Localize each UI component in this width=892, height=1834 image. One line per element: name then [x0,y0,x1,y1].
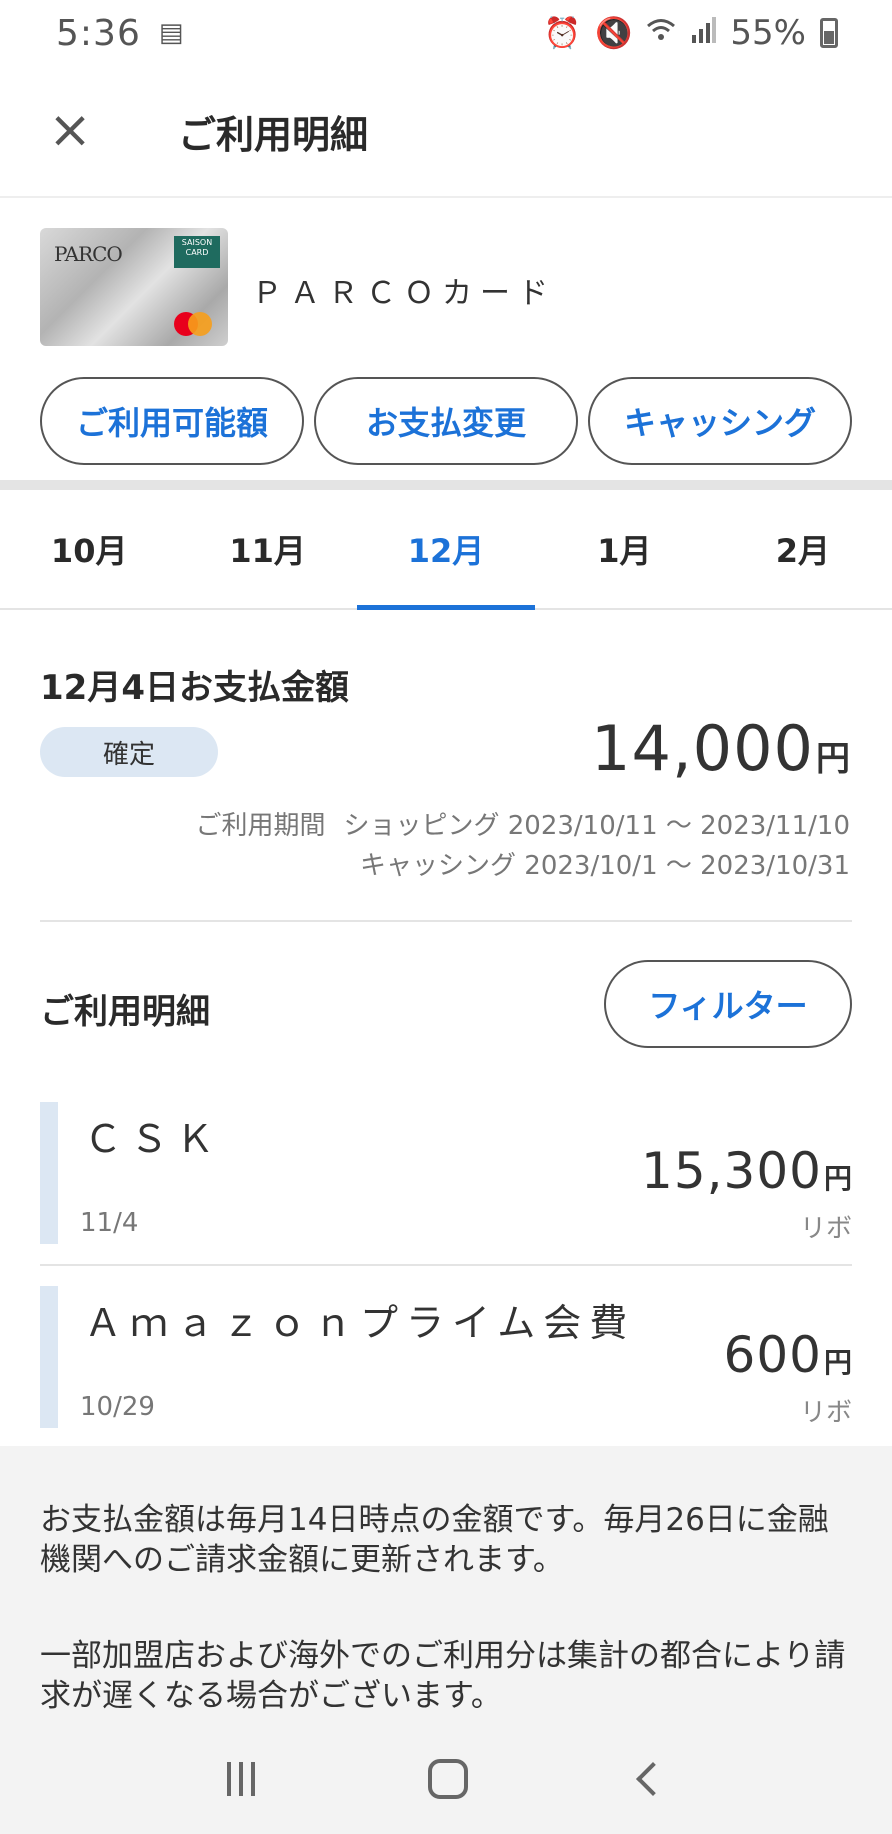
currency-unit: 円 [816,739,850,779]
mastercard-logo [174,312,214,336]
home-icon[interactable] [427,1759,468,1799]
currency-unit: 円 [823,1162,852,1195]
tab-december[interactable]: 12月 [356,490,536,610]
recent-apps-icon[interactable] [226,1762,255,1796]
status-icons: ⏰ 🔇 55% [544,13,838,53]
close-icon[interactable]: × [46,104,94,156]
payment-amount-value: 14,000 [591,712,814,785]
status-badge: 確定 [40,727,218,777]
section-divider [0,480,892,490]
page-title: ご利用明細 [178,113,369,157]
tab-january[interactable]: 1月 [535,490,713,608]
card-name: ＰＡＲＣＯカード [252,276,556,311]
transaction-amount-value: 600 [723,1326,822,1384]
transaction-date: 10/29 [80,1392,155,1422]
signal-icon [690,16,717,51]
notification-icon: ▤ [158,18,184,48]
payment-title: 12月4日お支払金額 [40,668,349,708]
app-header: × ご利用明細 [0,66,892,198]
divider [40,1264,852,1266]
status-time: 5:36 [56,12,141,54]
transaction-date: 11/4 [80,1208,139,1238]
action-buttons: ご利用可能額 お支払変更 キャッシング [40,377,852,465]
card-brand-logo: PARCO [54,242,123,266]
payment-plan: リボ [799,1214,852,1244]
system-nav-bar [0,1724,892,1834]
currency-unit: 円 [823,1346,852,1379]
divider [40,920,852,922]
battery-icon [820,18,838,48]
transaction-row[interactable]: ＣＳＫ 11/4 15,300 円 リボ [40,1102,852,1244]
tab-november[interactable]: 11月 [178,490,356,608]
payment-amount: 14,000 円 [591,712,850,785]
available-amount-button[interactable]: ご利用可能額 [40,377,304,465]
notice-text: 一部加盟店および海外でのご利用分は集計の都合により請求が遅くなる場合がございます… [40,1638,846,1714]
battery-percent: 55% [730,13,806,53]
notice-panel: お支払金額は毎月14日時点の金額です。毎月26日に金融機関へのご請求金額に更新さ… [0,1446,892,1834]
transaction-merchant: ＣＳＫ [84,1117,223,1161]
transaction-row[interactable]: Ａｍａｚｏｎプライム会費 10/29 600 円 リボ [40,1286,852,1428]
alarm-icon: ⏰ [543,15,582,51]
payment-change-button[interactable]: お支払変更 [314,377,578,465]
payment-plan: リボ [799,1398,852,1428]
saison-logo: SAISON CARD [174,236,220,268]
transaction-marker [40,1102,58,1244]
period-shopping: ショッピング 2023/10/11 ～ 2023/11/10 [343,811,850,841]
transaction-amount: 15,300 円 [641,1142,852,1200]
back-icon[interactable] [636,1762,671,1796]
transaction-amount-value: 15,300 [641,1142,822,1200]
cashing-button[interactable]: キャッシング [588,377,852,465]
usage-period: ご利用期間 ショッピング 2023/10/11 ～ 2023/11/10 キャッシ… [195,806,850,886]
transaction-amount: 600 円 [724,1326,852,1384]
transaction-marker [40,1286,58,1428]
status-bar: 5:36 ▤ ⏰ 🔇 55% [0,0,892,66]
mute-icon: 🔇 [595,15,633,51]
filter-button[interactable]: フィルター [604,960,852,1048]
transaction-merchant: Ａｍａｚｏｎプライム会費 [84,1301,636,1345]
card-image: PARCO SAISON CARD [40,228,228,346]
tab-october[interactable]: 10月 [0,490,178,608]
period-label: ご利用期間 [195,811,326,841]
notice-text: お支払金額は毎月14日時点の金額です。毎月26日に金融機関へのご請求金額に更新さ… [40,1502,829,1578]
details-title: ご利用明細 [40,992,210,1032]
month-tabs: 10月 11月 12月 1月 2月 [0,490,892,610]
wifi-icon [646,16,676,51]
period-shopping-line: ご利用期間 ショッピング 2023/10/11 ～ 2023/11/10 [195,806,850,846]
period-cashing: キャッシング 2023/10/1 ～ 2023/10/31 [360,851,850,881]
tab-february[interactable]: 2月 [714,490,892,608]
